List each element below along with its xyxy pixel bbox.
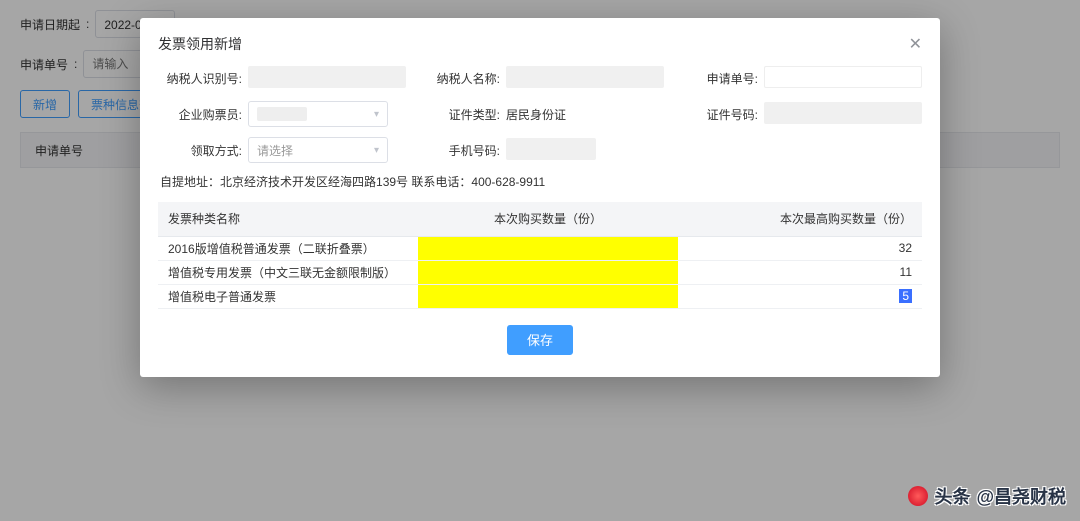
- collect-method-select[interactable]: 请选择 ▾: [248, 137, 388, 163]
- field-phone: 手机号码: [416, 137, 664, 163]
- table-row: 增值税专用发票（中文三联无金额限制版） 11: [158, 260, 922, 284]
- field-id-no: 证件号码: [674, 101, 922, 127]
- cell-quantity[interactable]: [418, 260, 678, 284]
- save-button[interactable]: 保存: [507, 325, 573, 355]
- field-id-type: 证件类型 居民身份证: [416, 101, 664, 127]
- collect-placeholder: 请选择: [257, 142, 293, 159]
- label-phone: 手机号码: [416, 142, 500, 159]
- pickup-prefix: 自提地址：: [160, 175, 220, 189]
- cell-max-quantity: 11: [678, 260, 922, 284]
- chevron-down-icon: ▾: [374, 109, 379, 120]
- label-taxpayer-name: 纳税人名称: [416, 70, 500, 87]
- label-id-no: 证件号码: [674, 106, 758, 123]
- chevron-down-icon: ▾: [374, 145, 379, 156]
- cell-quantity[interactable]: [418, 236, 678, 260]
- value-phone: [506, 138, 596, 160]
- watermark-prefix: 头条: [934, 483, 970, 509]
- pickup-contact: 400-628-9911: [471, 175, 545, 189]
- pickup-contact-prefix: 联系电话：: [408, 175, 471, 189]
- value-apply-no: [764, 66, 922, 88]
- value-id-no: [764, 102, 922, 124]
- label-taxpayer-id: 纳税人识别号: [158, 70, 242, 87]
- table-row: 增值税电子普通发票 5: [158, 284, 922, 308]
- pickup-address: 北京经济技术开发区经海四路139号: [220, 175, 408, 189]
- label-collect-method: 领取方式: [158, 142, 242, 159]
- field-taxpayer-name: 纳税人名称: [416, 66, 664, 91]
- cell-quantity[interactable]: [418, 284, 678, 308]
- field-collect-method: 领取方式 请选择 ▾: [158, 137, 406, 163]
- field-apply-no: 申请单号: [674, 66, 922, 91]
- value-id-type: 居民身份证: [506, 106, 664, 123]
- buyer-select[interactable]: ▾: [248, 101, 388, 127]
- field-buyer: 企业购票员 ▾: [158, 101, 406, 127]
- label-buyer: 企业购票员: [158, 106, 242, 123]
- dialog-header: 发票领用新增 ✕: [158, 34, 922, 54]
- dialog-title: 发票领用新增: [158, 34, 242, 54]
- invoice-add-dialog: 发票领用新增 ✕ 纳税人识别号 纳税人名称 申请单号 企业购票员 ▾ 证件类型: [140, 18, 940, 377]
- col-quantity: 本次购买数量（份）: [418, 202, 678, 236]
- watermark-badge-icon: [908, 486, 928, 506]
- label-apply-no: 申请单号: [674, 70, 758, 87]
- cell-invoice-type: 增值税专用发票（中文三联无金额限制版）: [158, 260, 418, 284]
- dialog-form: 纳税人识别号 纳税人名称 申请单号 企业购票员 ▾ 证件类型 居民身份证 证件: [158, 66, 922, 163]
- cell-invoice-type: 增值税电子普通发票: [158, 284, 418, 308]
- cell-invoice-type: 2016版增值税普通发票（二联折叠票）: [158, 236, 418, 260]
- cell-max-quantity: 32: [678, 236, 922, 260]
- value-taxpayer-id: [248, 66, 406, 88]
- table-row: 2016版增值税普通发票（二联折叠票） 32: [158, 236, 922, 260]
- col-max-quantity: 本次最高购买数量（份）: [678, 202, 922, 236]
- table-head-row: 发票种类名称 本次购买数量（份） 本次最高购买数量（份）: [158, 202, 922, 236]
- buyer-value: [257, 107, 307, 121]
- col-invoice-type: 发票种类名称: [158, 202, 418, 236]
- pickup-info: 自提地址：北京经济技术开发区经海四路139号 联系电话：400-628-9911: [160, 173, 922, 190]
- watermark: 头条 @昌尧财税: [908, 483, 1066, 509]
- value-taxpayer-name: [506, 66, 664, 88]
- watermark-handle: @昌尧财税: [976, 483, 1066, 509]
- invoice-type-table: 发票种类名称 本次购买数量（份） 本次最高购买数量（份） 2016版增值税普通发…: [158, 202, 922, 309]
- label-id-type: 证件类型: [416, 106, 500, 123]
- cell-max-quantity: 5: [678, 284, 922, 308]
- close-icon[interactable]: ✕: [909, 34, 922, 54]
- field-taxpayer-id: 纳税人识别号: [158, 66, 406, 91]
